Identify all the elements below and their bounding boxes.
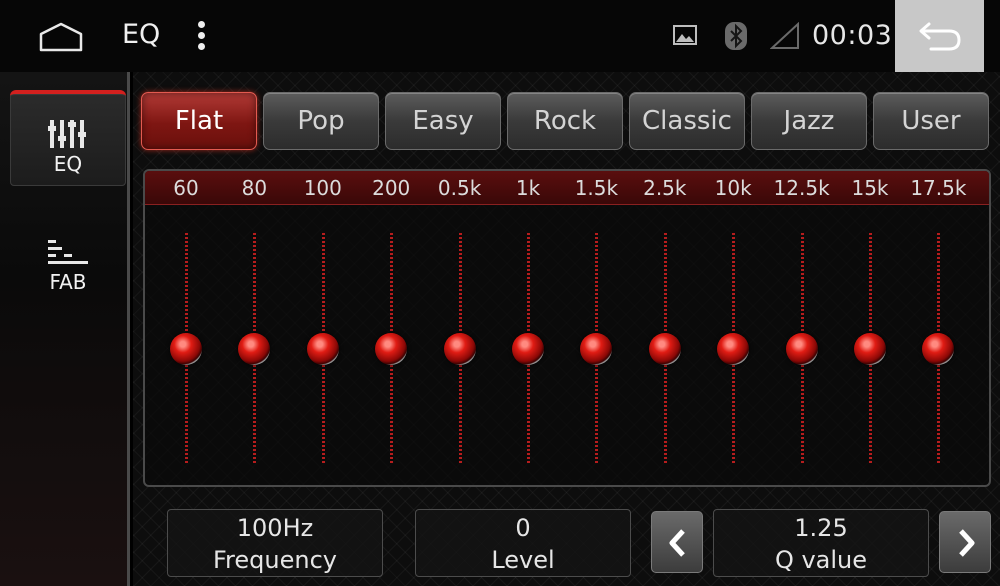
preset-bar: Flat Pop Easy Rock Classic Jazz User	[141, 92, 993, 150]
band-slider-knob[interactable]	[717, 333, 750, 365]
sidebar-item-label: FAB	[49, 270, 87, 294]
band-slider-knob[interactable]	[785, 333, 818, 365]
band-label: 60	[173, 176, 199, 200]
band-slider-knob[interactable]	[170, 333, 202, 365]
band-slider-knob[interactable]	[922, 333, 955, 365]
frequency-control[interactable]: 100Hz Frequency	[167, 509, 383, 577]
sidebar-item-fab[interactable]: FAB	[10, 212, 126, 308]
band-label: 80	[241, 176, 268, 200]
sidebar-item-eq[interactable]: EQ	[10, 90, 126, 186]
level-value: 0	[515, 514, 531, 542]
sidebar-item-label: EQ	[53, 152, 83, 176]
bluetooth-icon	[725, 22, 747, 50]
band-slider-knob[interactable]	[854, 333, 886, 365]
preset-easy-button[interactable]: Easy	[385, 92, 501, 150]
q-decrease-button[interactable]	[651, 511, 703, 573]
level-label: Level	[491, 546, 555, 574]
preset-pop-button[interactable]: Pop	[263, 92, 379, 150]
band-label: 12.5k	[773, 176, 830, 200]
signal-icon	[770, 22, 799, 49]
equalizer-panel: 60 80 100 200 0.5k 1k 1.5k 2.5k 10k 12.5k 15k 17.5k	[143, 169, 991, 487]
back-icon	[919, 22, 961, 51]
status-bar: EQ 00:03	[0, 0, 1000, 72]
equalizer-icon	[48, 120, 86, 148]
home-button[interactable]	[36, 20, 86, 54]
band-slider-knob[interactable]	[443, 333, 476, 365]
q-value: 1.25	[794, 514, 848, 542]
band-slider-knob[interactable]	[648, 333, 681, 365]
band-label: 10k	[714, 176, 752, 200]
preset-user-button[interactable]: User	[873, 92, 989, 150]
preset-rock-button[interactable]: Rock	[507, 92, 623, 150]
main-panel: Flat Pop Easy Rock Classic Jazz User 60 80 100 20…	[133, 72, 1000, 586]
preset-classic-button[interactable]: Classic	[629, 92, 745, 150]
band-slider-knob[interactable]	[375, 333, 408, 365]
preset-flat-button[interactable]: Flat	[141, 92, 257, 150]
image-icon	[673, 25, 697, 45]
chevron-left-icon	[669, 529, 685, 557]
overflow-menu-icon	[197, 21, 205, 28]
sidebar: EQ FAB	[0, 72, 130, 586]
frequency-label: Frequency	[213, 546, 337, 574]
frequency-value: 100Hz	[236, 514, 314, 542]
fader-balance-icon	[48, 240, 88, 264]
band-label: 1.5k	[574, 176, 619, 200]
clock: 00:03	[812, 20, 893, 51]
band-label: 15k	[851, 176, 889, 200]
preset-jazz-button[interactable]: Jazz	[751, 92, 867, 150]
band-label: 100	[303, 176, 342, 200]
app-title: EQ	[122, 19, 161, 50]
q-label: Q value	[774, 546, 868, 574]
chevron-right-icon	[959, 529, 975, 557]
back-button[interactable]	[895, 0, 984, 72]
band-label: 17.5k	[910, 176, 967, 200]
band-label: 2.5k	[643, 176, 687, 200]
band-slider-knob[interactable]	[512, 333, 544, 365]
q-value-control[interactable]: 1.25 Q value	[713, 509, 929, 577]
overflow-menu-button[interactable]	[190, 18, 212, 56]
level-control[interactable]: 0 Level	[415, 509, 631, 577]
band-slider-knob[interactable]	[238, 333, 271, 365]
band-slider-knob[interactable]	[580, 333, 613, 365]
frequency-strip: 60 80 100 200 0.5k 1k 1.5k 2.5k 10k 12.5k 15k 17.5k	[145, 171, 989, 205]
band-label: 0.5k	[437, 176, 482, 200]
q-increase-button[interactable]	[939, 511, 991, 573]
band-label: 1k	[515, 176, 541, 200]
band-label: 200	[372, 176, 411, 200]
home-icon	[39, 22, 83, 52]
band-slider-knob[interactable]	[306, 333, 339, 365]
